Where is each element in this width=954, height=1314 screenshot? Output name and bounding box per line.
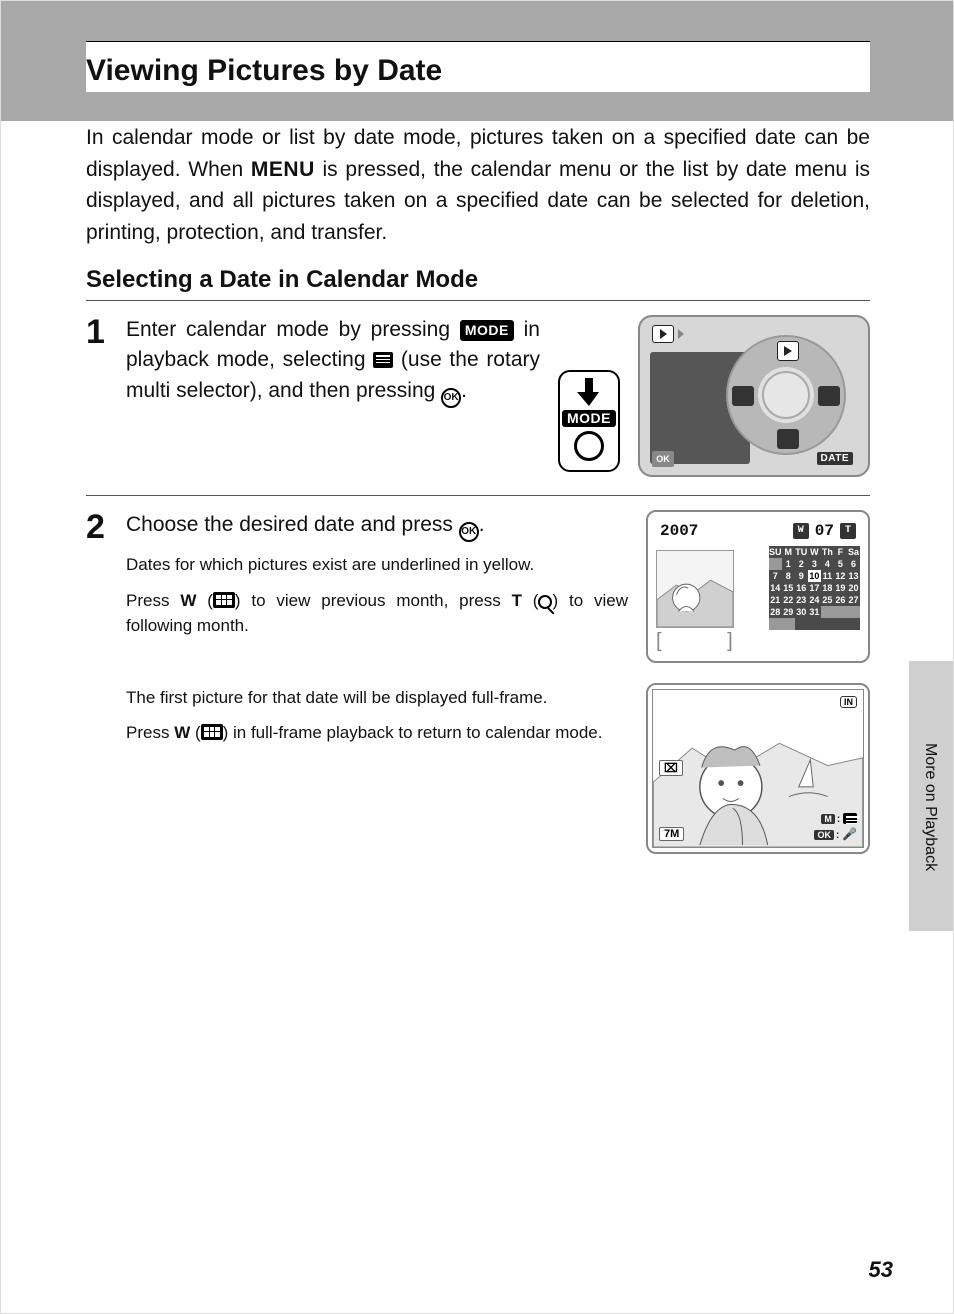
mode-label-icon: MODE [562, 410, 616, 427]
calendar-screen-figure: 2007 W 07 T [646, 510, 870, 663]
mode-button-figure: MODE [558, 370, 620, 472]
image-size-badge: 7M [659, 827, 684, 841]
magnify-icon [538, 595, 552, 609]
date-label-icon: DATE [817, 452, 853, 465]
ok-button-icon: OK [459, 522, 479, 542]
side-tab-label: More on Playback [921, 743, 939, 871]
step-1-number: 1 [86, 315, 126, 477]
calendar-grid: 1234567891011121314151617181920212223242… [769, 558, 860, 630]
intro-paragraph: In calendar mode or list by date mode, p… [86, 122, 870, 248]
step-2-heading: Choose the desired date and press OK. [126, 510, 628, 542]
ok-button-icon: OK [441, 388, 461, 408]
page-number: 53 [869, 1257, 893, 1283]
calendar-badge-icon: ⌧ [659, 760, 683, 776]
menu-label-icon: MENU [251, 158, 315, 181]
step-2-note-1: Dates for which pictures exist are under… [126, 552, 628, 578]
bracket-icon: [ ] [656, 630, 763, 653]
mode-hint-row: M: [821, 813, 857, 825]
ok-hint-row: OK: 🎤 [814, 827, 857, 841]
calendar-icon [373, 352, 393, 368]
page-title: Viewing Pictures by Date [86, 54, 870, 88]
chevron-right-icon [678, 329, 684, 339]
fullframe-screen-figure: IN ⌧ 7M M: OK: 🎤 [646, 683, 870, 854]
step-1-text: Enter calendar mode by pressing MODE in … [126, 315, 540, 408]
step-2-note-4: Press W () in full-frame playback to ret… [126, 720, 628, 746]
t-zoom-icon: T [840, 523, 856, 539]
page-content: Viewing Pictures by Date In calendar mod… [86, 41, 870, 872]
mode-label-icon: MODE [460, 320, 514, 341]
down-arrow-icon [577, 378, 601, 406]
calendar-year: 2007 [660, 522, 698, 540]
thumbnail-icon [213, 592, 235, 608]
rotary-selector-icon [726, 335, 846, 455]
macro-icon [777, 429, 799, 449]
timer-icon [732, 386, 754, 406]
step-2-number: 2 [86, 510, 126, 854]
w-zoom-icon: W [793, 523, 809, 539]
step-2-note-2: Press W () to view previous month, press… [126, 588, 628, 639]
selector-ring-icon [574, 431, 604, 461]
playback-icon [652, 325, 674, 343]
title-block: Viewing Pictures by Date [86, 41, 870, 92]
section-heading: Selecting a Date in Calendar Mode [86, 266, 870, 301]
step-2-note-3: The first picture for that date will be … [126, 685, 628, 711]
flash-icon [818, 386, 840, 406]
step-2: 2 Choose the desired date and press OK. … [86, 496, 870, 872]
calendar-thumbnail [656, 550, 734, 628]
ok-button-icon: OK [652, 451, 674, 467]
camera-rear-figure: OK DATE [638, 315, 870, 477]
calendar-dow-row: SUMTUWThFSa [769, 546, 860, 558]
thumbnail-icon [201, 724, 223, 740]
calendar-month: 07 [815, 522, 834, 540]
calendar-icon [843, 813, 857, 824]
internal-memory-icon: IN [840, 696, 857, 708]
play-icon [777, 341, 799, 361]
step-1: 1 Enter calendar mode by pressing MODE i… [86, 301, 870, 496]
